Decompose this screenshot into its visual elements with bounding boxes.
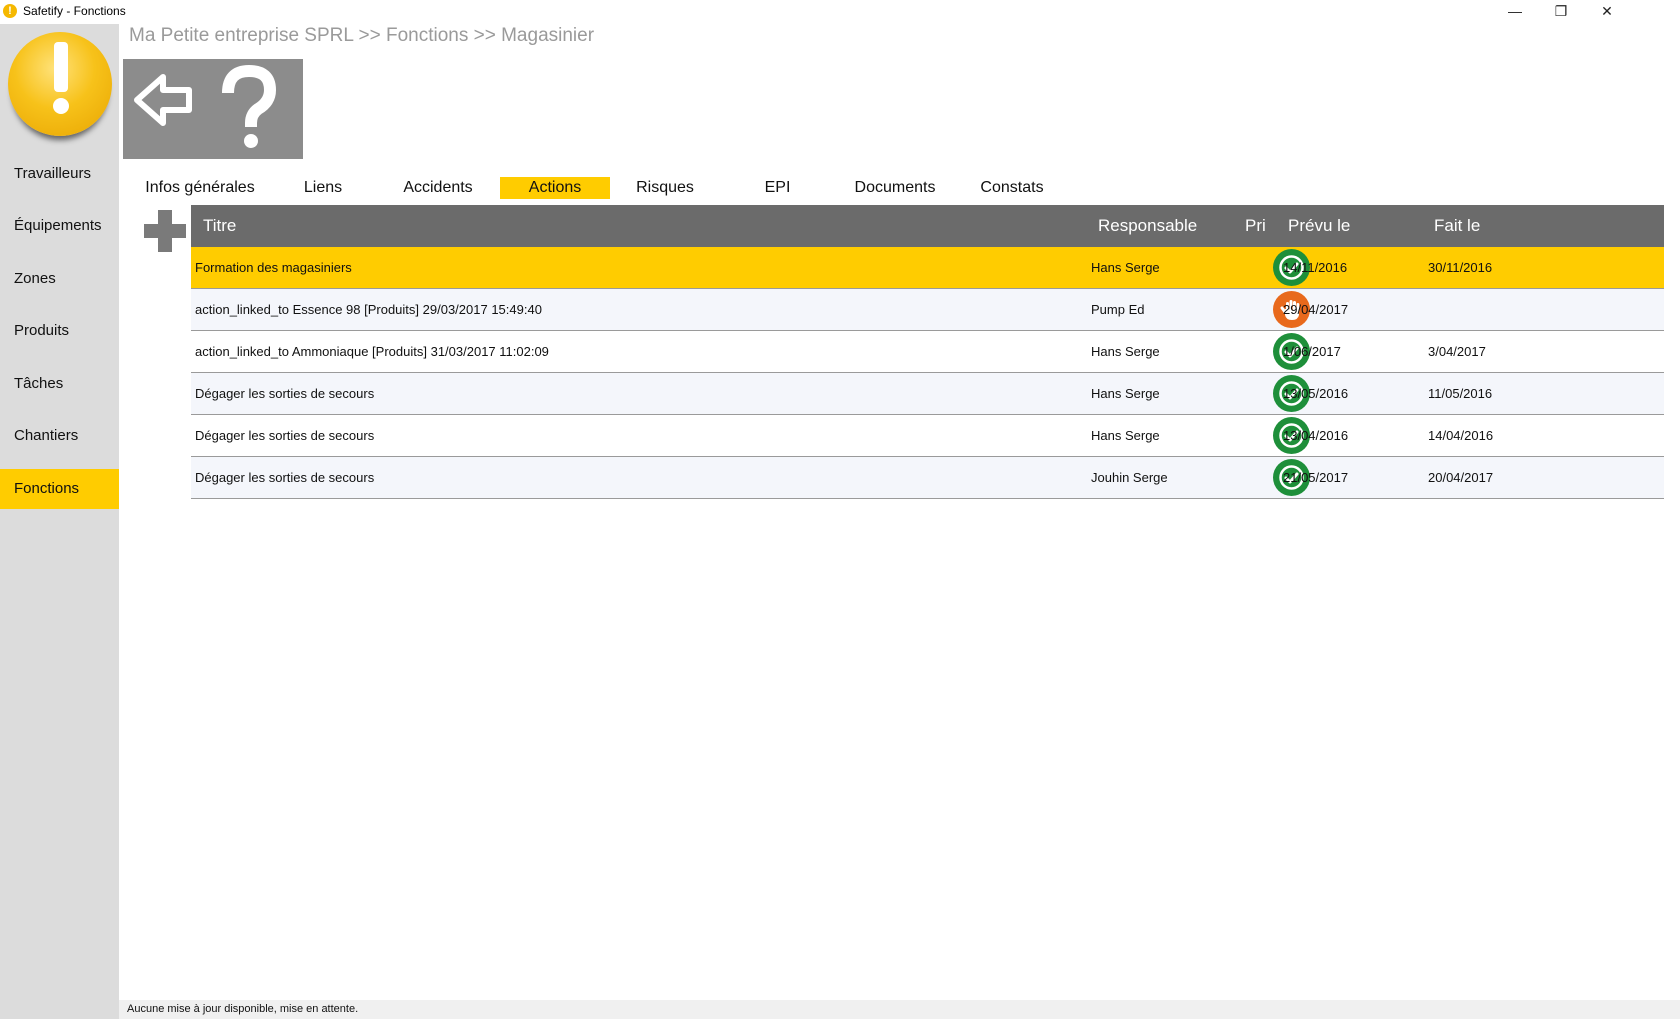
title-bar: ! Safetify - Fonctions — ❐ ✕	[0, 0, 1680, 24]
tab-liens[interactable]: Liens	[278, 177, 368, 199]
table-row[interactable]: Dégager les sorties de secours Hans Serg…	[191, 373, 1664, 415]
cell-fait: 14/04/2016	[1428, 428, 1494, 443]
status-bar: Aucune mise à jour disponible, mise en a…	[119, 1000, 1680, 1019]
cell-fait: 30/11/2016	[1428, 260, 1493, 275]
cell-responsable: Hans Serge	[1091, 344, 1160, 359]
column-responsable[interactable]: Responsable	[1098, 205, 1197, 247]
cell-prevu: 21/05/2017	[1283, 470, 1349, 485]
toolbar	[123, 59, 303, 159]
cell-fait: 3/04/2017	[1428, 344, 1486, 359]
tab-constats[interactable]: Constats	[962, 177, 1062, 199]
sidebar-item-fonctions[interactable]: Fonctions	[0, 469, 119, 509]
cell-responsable: Hans Serge	[1091, 260, 1160, 275]
cell-titre: Formation des magasiniers	[195, 260, 352, 275]
sidebar-item-equipements[interactable]: Équipements	[0, 206, 119, 246]
window-title: Safetify - Fonctions	[23, 4, 126, 18]
back-arrow-icon	[134, 74, 192, 126]
cell-titre: action_linked_to Ammoniaque [Produits] 3…	[195, 344, 549, 359]
actions-table: Titre Responsable Pri Prévu le Fait le F…	[191, 205, 1664, 499]
tab-actions[interactable]: Actions	[500, 177, 610, 199]
tab-epi[interactable]: EPI	[730, 177, 825, 199]
column-prevu[interactable]: Prévu le	[1288, 205, 1350, 247]
help-question-icon	[222, 64, 277, 148]
cell-prevu: 29/04/2017	[1283, 302, 1349, 317]
cell-prevu: 1/06/2017	[1283, 344, 1341, 359]
cell-titre: action_linked_to Essence 98 [Produits] 2…	[195, 302, 542, 317]
cell-fait: 11/05/2016	[1428, 386, 1493, 401]
sidebar-item-zones[interactable]: Zones	[0, 259, 119, 299]
cell-titre: Dégager les sorties de secours	[195, 386, 375, 401]
sidebar-item-chantiers[interactable]: Chantiers	[0, 416, 119, 456]
table-row[interactable]: action_linked_to Essence 98 [Produits] 2…	[191, 289, 1664, 331]
restore-button[interactable]: ❐	[1538, 0, 1584, 24]
table-row[interactable]: action_linked_to Ammoniaque [Produits] 3…	[191, 331, 1664, 373]
tab-infos-generales[interactable]: Infos générales	[140, 177, 260, 199]
minimize-button[interactable]: —	[1492, 0, 1538, 24]
safetify-icon: !	[3, 4, 17, 18]
table-row[interactable]: Dégager les sorties de secours Hans Serg…	[191, 415, 1664, 457]
cell-titre: Dégager les sorties de secours	[195, 428, 375, 443]
cell-prevu: 13/04/2016	[1283, 428, 1349, 443]
breadcrumb: Ma Petite entreprise SPRL >> Fonctions >…	[129, 25, 595, 46]
cell-responsable: Pump Ed	[1091, 302, 1145, 317]
table-header: Titre Responsable Pri Prévu le Fait le	[191, 205, 1664, 247]
add-action-button[interactable]	[142, 208, 188, 254]
tab-accidents[interactable]: Accidents	[383, 177, 493, 199]
cell-titre: Dégager les sorties de secours	[195, 470, 375, 485]
cell-responsable: Hans Serge	[1091, 428, 1160, 443]
sidebar-item-travailleurs[interactable]: Travailleurs	[0, 154, 119, 194]
plus-icon	[144, 210, 186, 252]
column-pri[interactable]: Pri	[1245, 205, 1266, 247]
cell-prevu: 13/05/2016	[1283, 386, 1349, 401]
cell-responsable: Jouhin Serge	[1091, 470, 1168, 485]
column-fait[interactable]: Fait le	[1434, 205, 1480, 247]
safetify-logo-icon[interactable]	[8, 32, 112, 136]
table-row[interactable]: Formation des magasiniers Hans Serge 14/…	[191, 247, 1664, 289]
table-row[interactable]: Dégager les sorties de secours Jouhin Se…	[191, 457, 1664, 499]
tab-documents[interactable]: Documents	[840, 177, 950, 199]
sidebar-item-taches[interactable]: Tâches	[0, 364, 119, 404]
help-button[interactable]	[213, 59, 303, 159]
cell-fait: 20/04/2017	[1428, 470, 1494, 485]
sidebar-item-produits[interactable]: Produits	[0, 311, 119, 351]
close-button[interactable]: ✕	[1584, 0, 1630, 24]
column-titre[interactable]: Titre	[203, 205, 236, 247]
back-button[interactable]	[123, 59, 213, 159]
cell-prevu: 14/11/2016	[1283, 260, 1348, 275]
cell-responsable: Hans Serge	[1091, 386, 1160, 401]
tab-risques[interactable]: Risques	[615, 177, 715, 199]
